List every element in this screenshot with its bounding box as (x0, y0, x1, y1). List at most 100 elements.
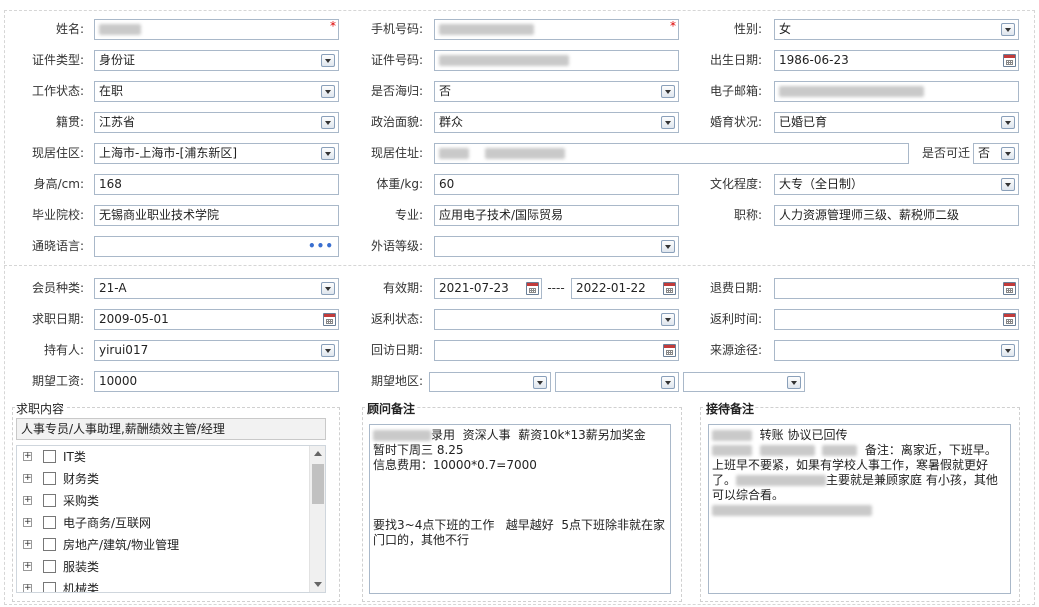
id-number-label: 证件号码: (370, 53, 423, 67)
major-label: 专业: (394, 208, 423, 222)
chevron-down-icon[interactable] (321, 54, 335, 67)
calendar-icon[interactable] (1003, 313, 1016, 326)
plus-box-icon[interactable]: + (23, 452, 32, 461)
chevron-down-icon[interactable] (321, 116, 335, 129)
rebate-time-field[interactable] (774, 309, 1019, 330)
required-marker: * (330, 19, 336, 33)
checkbox[interactable] (43, 516, 56, 529)
chevron-down-icon[interactable] (661, 376, 675, 389)
ellipsis-icon[interactable]: ••• (308, 237, 334, 256)
job-category-tree[interactable]: + IT类 + 财务类 + 采购类 + 电子商务/互联网 + 房地产/建筑/物业… (16, 445, 326, 593)
residence-address-field[interactable] (434, 143, 909, 164)
name-label: 姓名: (55, 22, 84, 36)
chevron-down-icon[interactable] (321, 147, 335, 160)
calendar-icon[interactable] (1003, 282, 1016, 295)
native-place-select[interactable]: 江苏省 (94, 112, 339, 133)
region-district-select[interactable] (683, 372, 805, 392)
plus-box-icon[interactable]: + (23, 496, 32, 505)
checkbox[interactable] (43, 582, 56, 592)
email-field[interactable] (774, 81, 1019, 102)
chevron-down-icon[interactable] (661, 85, 675, 98)
chevron-down-icon[interactable] (321, 85, 335, 98)
rebate-status-label: 返利状态: (370, 312, 423, 326)
school-field[interactable]: 无锡商业职业技术学院 (94, 205, 339, 226)
phone-field[interactable]: * (434, 19, 679, 40)
major-field[interactable]: 应用电子技术/国际贸易 (434, 205, 679, 226)
calendar-icon[interactable] (1003, 54, 1016, 67)
work-status-select[interactable]: 在职 (94, 81, 339, 102)
holder-select[interactable]: yirui017 (94, 340, 339, 361)
chevron-down-icon[interactable] (787, 376, 801, 389)
id-number-field[interactable] (434, 50, 679, 71)
plus-box-icon[interactable]: + (23, 584, 32, 592)
tree-item-label: 财务类 (63, 472, 100, 486)
validity-to-value: 2022-01-22 (576, 281, 646, 295)
chevron-down-icon[interactable] (1001, 23, 1015, 36)
checkbox[interactable] (43, 560, 56, 573)
advisor-notes-textarea[interactable]: 录用 资深人事 薪资10k*13薪另加奖金 暂时下周三 8.25 信息费用：10… (369, 424, 671, 594)
foreign-level-select[interactable] (434, 236, 679, 257)
section-divider (4, 265, 1035, 266)
refund-date-field[interactable] (774, 278, 1019, 299)
validity-separator: ---- (547, 281, 565, 295)
calendar-icon[interactable] (323, 313, 336, 326)
expected-salary-field[interactable]: 10000 (94, 371, 339, 392)
chevron-down-icon[interactable] (1001, 116, 1015, 129)
residence-area-select[interactable]: 上海市-上海市-[浦东新区] (94, 143, 339, 164)
birth-date-field[interactable]: 1986-06-23 (774, 50, 1019, 71)
chevron-down-icon[interactable] (533, 376, 547, 389)
scroll-down-icon[interactable] (314, 582, 322, 587)
checkbox[interactable] (43, 494, 56, 507)
region-city-select[interactable] (555, 372, 679, 392)
member-type-select[interactable]: 21-A (94, 278, 339, 299)
plus-box-icon[interactable]: + (23, 562, 32, 571)
validity-to-field[interactable]: 2022-01-22 (571, 278, 679, 299)
email-label: 电子邮箱: (709, 84, 762, 98)
calendar-icon[interactable] (526, 282, 539, 295)
id-type-select[interactable]: 身份证 (94, 50, 339, 71)
relocate-select[interactable]: 否 (973, 143, 1019, 164)
marital-select[interactable]: 已婚已育 (774, 112, 1019, 133)
plus-box-icon[interactable]: + (23, 518, 32, 527)
title-field[interactable]: 人力资源管理师三级、薪税师二级 (774, 205, 1019, 226)
height-field[interactable]: 168 (94, 174, 339, 195)
job-seek-date-field[interactable]: 2009-05-01 (94, 309, 339, 330)
education-select[interactable]: 大专（全日制） (774, 174, 1019, 195)
checkbox[interactable] (43, 472, 56, 485)
rebate-status-select[interactable] (434, 309, 679, 330)
checkbox[interactable] (43, 538, 56, 551)
scroll-up-icon[interactable] (314, 451, 322, 456)
visit-date-field[interactable] (434, 340, 679, 361)
chevron-down-icon[interactable] (321, 282, 335, 295)
chevron-down-icon[interactable] (321, 344, 335, 357)
scroll-thumb[interactable] (312, 464, 324, 504)
plus-box-icon[interactable]: + (23, 474, 32, 483)
calendar-icon[interactable] (663, 344, 676, 357)
political-select[interactable]: 群众 (434, 112, 679, 133)
weight-field[interactable]: 60 (434, 174, 679, 195)
gender-select[interactable]: 女 (774, 19, 1019, 40)
source-select[interactable] (774, 340, 1019, 361)
chevron-down-icon[interactable] (1001, 178, 1015, 191)
note-line: 录用 资深人事 薪资10k*13薪另加奖金 (431, 428, 646, 442)
chevron-down-icon[interactable] (661, 313, 675, 326)
tree-scrollbar[interactable] (309, 446, 325, 592)
returnee-select[interactable]: 否 (434, 81, 679, 102)
chevron-down-icon[interactable] (1001, 344, 1015, 357)
validity-from-field[interactable]: 2021-07-23 (434, 278, 542, 299)
calendar-icon[interactable] (663, 282, 676, 295)
plus-box-icon[interactable]: + (23, 540, 32, 549)
job-content-selected-text: 人事专员/人事助理,薪酬绩效主管/经理 (21, 422, 225, 436)
language-field[interactable]: ••• (94, 236, 339, 257)
chevron-down-icon[interactable] (1001, 147, 1015, 160)
region-province-select[interactable] (429, 372, 551, 392)
chevron-down-icon[interactable] (661, 116, 675, 129)
redacted-text (484, 148, 565, 159)
returnee-label: 是否海归: (370, 84, 423, 98)
chevron-down-icon[interactable] (661, 240, 675, 253)
name-field[interactable]: * (94, 19, 339, 40)
rebate-time-label: 返利时间: (709, 312, 762, 326)
redacted-text (822, 445, 858, 456)
reception-notes-textarea[interactable]: 转账 协议已回传 备注：离家近，下班早。上班早不要紧，如果有学校人事工作，寒暑假… (708, 424, 1011, 594)
checkbox[interactable] (43, 450, 56, 463)
